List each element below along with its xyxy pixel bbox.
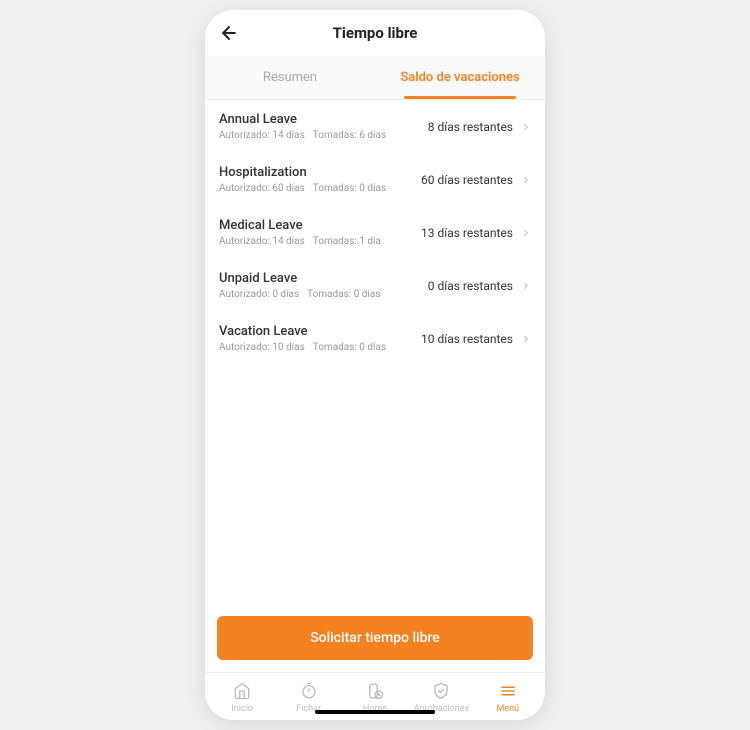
tab-summary[interactable]: Resumen (205, 56, 375, 99)
leave-row[interactable]: Annual Leave Autorizado: 14 días Tomadas:… (205, 100, 545, 153)
leave-row-right: 10 días restantes (421, 332, 531, 346)
leave-remaining: 0 días restantes (428, 279, 513, 293)
leave-list: Annual Leave Autorizado: 14 días Tomadas:… (205, 100, 545, 604)
nav-home[interactable]: Inicio (209, 681, 275, 714)
leave-authorized: Autorizado: 10 días (219, 342, 305, 353)
app-screen: Tiempo libre Resumen Saldo de vacaciones… (205, 10, 545, 720)
home-icon (232, 681, 252, 701)
leave-row-right: 0 días restantes (428, 279, 531, 293)
leave-remaining: 10 días restantes (421, 332, 513, 346)
tab-balance[interactable]: Saldo de vacaciones (375, 56, 545, 99)
chevron-right-icon (521, 279, 531, 293)
leave-authorized: Autorizado: 14 días (219, 130, 305, 141)
chevron-right-icon (521, 332, 531, 346)
shield-check-icon (431, 681, 451, 701)
leave-subtext: Autorizado: 14 días Tomadas: 6 días (219, 130, 394, 141)
leave-remaining: 60 días restantes (421, 173, 513, 187)
leave-remaining: 8 días restantes (428, 120, 513, 134)
chevron-right-icon (521, 120, 531, 134)
leave-authorized: Autorizado: 0 días (219, 289, 299, 300)
leave-row-info: Hospitalization Autorizado: 60 días Tomad… (219, 165, 394, 194)
leave-remaining: 13 días restantes (421, 226, 513, 240)
leave-taken: Tomadas: 0 días (313, 342, 386, 353)
back-button[interactable] (217, 21, 241, 45)
header: Tiempo libre (205, 10, 545, 56)
chevron-right-icon (521, 226, 531, 240)
leave-row-right: 60 días restantes (421, 173, 531, 187)
menu-icon (498, 681, 518, 701)
leave-taken: Tomadas: 0 días (313, 183, 386, 194)
home-indicator (315, 710, 435, 714)
leave-taken: Tomadas: 6 días (313, 130, 386, 141)
page-title: Tiempo libre (217, 24, 533, 42)
leave-subtext: Autorizado: 0 días Tomadas: 0 días (219, 289, 389, 300)
stopwatch-icon (299, 681, 319, 701)
request-time-off-button[interactable]: Solicitar tiempo libre (217, 616, 533, 660)
leave-taken: Tomadas: 1 día (313, 236, 381, 247)
leave-name: Medical Leave (219, 218, 389, 233)
leave-row-info: Medical Leave Autorizado: 14 días Tomadas… (219, 218, 389, 247)
leave-name: Unpaid Leave (219, 271, 389, 286)
leave-name: Hospitalization (219, 165, 394, 180)
leave-authorized: Autorizado: 14 días (219, 236, 305, 247)
nav-menu[interactable]: Menú (475, 681, 541, 714)
chevron-right-icon (521, 173, 531, 187)
leave-subtext: Autorizado: 10 días Tomadas: 0 días (219, 342, 394, 353)
leave-row-info: Unpaid Leave Autorizado: 0 días Tomadas: … (219, 271, 389, 300)
leave-name: Vacation Leave (219, 324, 394, 339)
leave-row-right: 13 días restantes (421, 226, 531, 240)
nav-label: Menú (497, 704, 520, 714)
back-arrow-icon (219, 23, 239, 43)
leave-subtext: Autorizado: 60 días Tomadas: 0 días (219, 183, 394, 194)
leave-authorized: Autorizado: 60 días (219, 183, 305, 194)
leave-row[interactable]: Unpaid Leave Autorizado: 0 días Tomadas: … (205, 259, 545, 312)
leave-row-info: Vacation Leave Autorizado: 10 días Tomada… (219, 324, 394, 353)
nav-label: Inicio (231, 704, 253, 714)
leave-taken: Tomadas: 0 días (307, 289, 380, 300)
leave-row[interactable]: Hospitalization Autorizado: 60 días Tomad… (205, 153, 545, 206)
leave-name: Annual Leave (219, 112, 394, 127)
leave-row[interactable]: Vacation Leave Autorizado: 10 días Tomada… (205, 312, 545, 365)
hours-icon (365, 681, 385, 701)
leave-row[interactable]: Medical Leave Autorizado: 14 días Tomadas… (205, 206, 545, 259)
leave-row-right: 8 días restantes (428, 120, 531, 134)
leave-row-info: Annual Leave Autorizado: 14 días Tomadas:… (219, 112, 394, 141)
leave-subtext: Autorizado: 14 días Tomadas: 1 día (219, 236, 389, 247)
tabs: Resumen Saldo de vacaciones (205, 56, 545, 100)
